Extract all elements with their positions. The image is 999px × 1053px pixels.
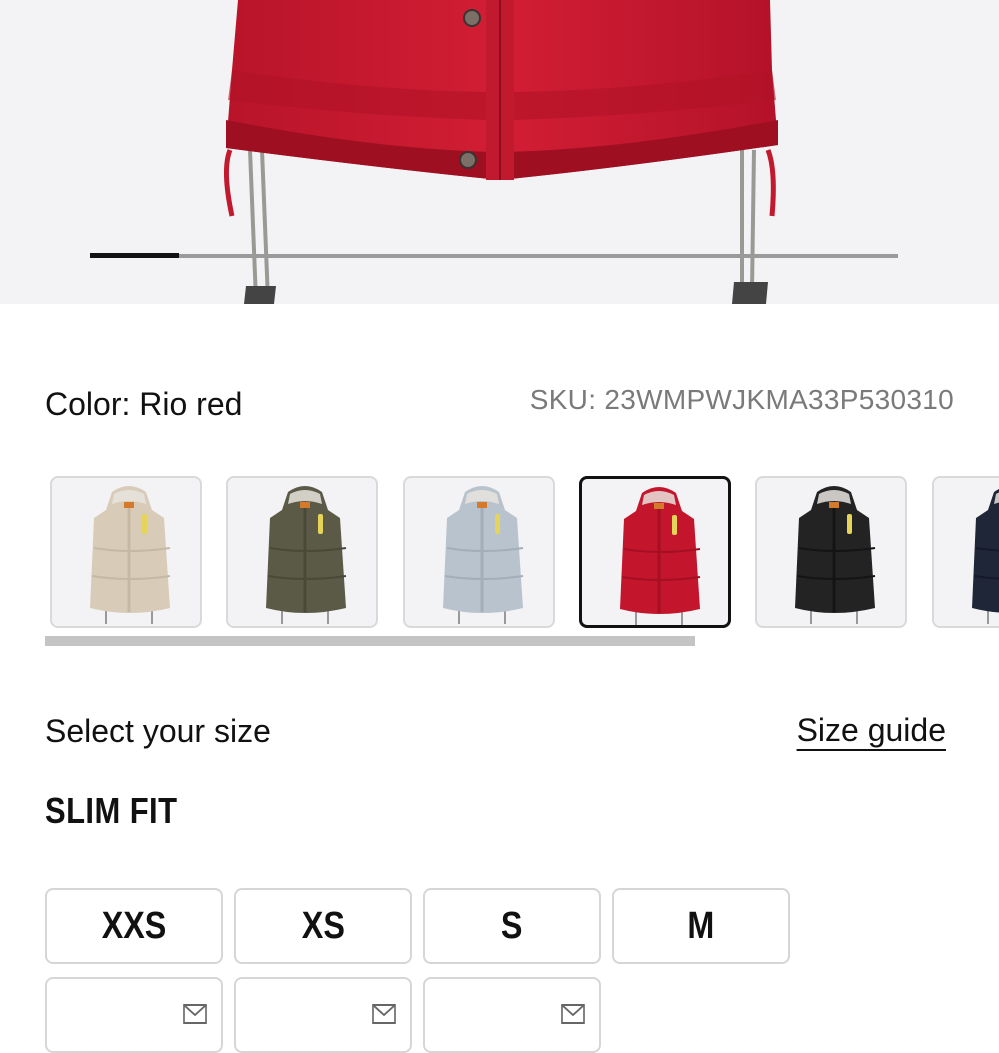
size-button[interactable]: [423, 977, 601, 1053]
color-swatch-list: [50, 476, 999, 632]
jacket-illustration: [223, 0, 778, 304]
parka-thumbnail-icon: [620, 487, 701, 625]
mail-icon: [372, 991, 396, 1034]
color-swatch-cream[interactable]: [50, 476, 202, 628]
color-swatch-rio-red[interactable]: [579, 476, 731, 628]
size-button[interactable]: S: [423, 888, 601, 964]
sku-label: SKU: 23WMPWJKMA33P530310: [529, 384, 954, 415]
carousel-progress-indicator: [90, 253, 179, 258]
swatch-scrollbar[interactable]: [45, 636, 695, 646]
size-label: XXS: [101, 904, 167, 947]
parka-thumbnail-icon: [266, 486, 347, 624]
size-button[interactable]: [45, 977, 223, 1053]
size-label: S: [501, 904, 523, 947]
size-label: M: [687, 904, 715, 947]
size-button[interactable]: [234, 977, 412, 1053]
parka-thumbnail-icon: [795, 486, 876, 624]
parka-thumbnail-icon: [972, 489, 999, 624]
color-swatch-olive[interactable]: [226, 476, 378, 628]
mail-icon: [183, 991, 207, 1034]
carousel-progress-track[interactable]: [90, 253, 898, 258]
parka-thumbnail-icon: [443, 486, 524, 624]
size-button[interactable]: XXS: [45, 888, 223, 964]
fit-title: SLIM FIT: [45, 790, 178, 831]
size-guide-link[interactable]: Size guide: [797, 712, 946, 749]
mail-icon: [561, 991, 585, 1034]
size-prompt: Select your size: [45, 713, 271, 749]
size-button[interactable]: M: [612, 888, 790, 964]
product-image[interactable]: [0, 0, 999, 304]
size-label: XS: [301, 904, 345, 947]
selected-color-label: Color: Rio red: [45, 386, 243, 422]
color-swatch-black[interactable]: [755, 476, 907, 628]
color-swatch-light-blue[interactable]: [403, 476, 555, 628]
parka-thumbnail-icon: [90, 486, 171, 624]
color-swatch-navy[interactable]: [932, 476, 999, 628]
size-button[interactable]: XS: [234, 888, 412, 964]
